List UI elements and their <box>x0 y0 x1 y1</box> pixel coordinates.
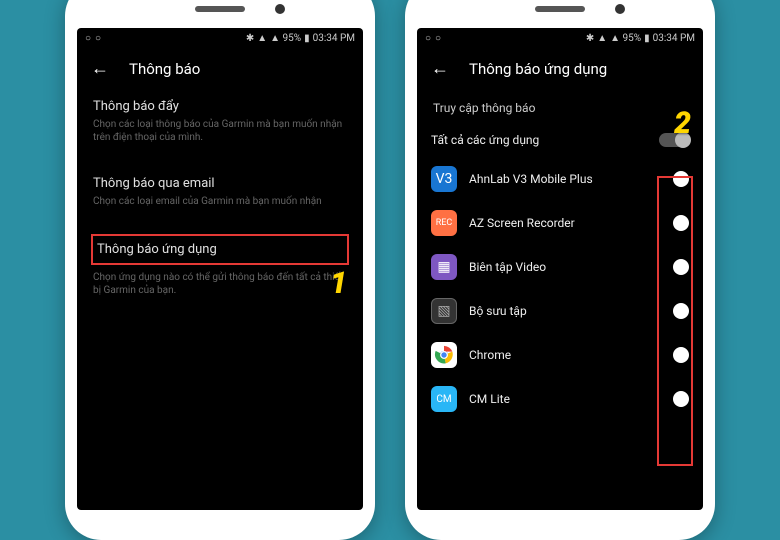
step-badge-1: 1 <box>330 266 347 301</box>
wifi-icon: ▲ <box>597 33 607 44</box>
app-name-label: Bộ sưu tập <box>469 304 661 318</box>
phone-right: ○ ○ ✱ ▲ ▲ 95% ▮ 03:34 PM ← Thông báo ứng… <box>405 0 715 540</box>
section-desc: Chọn ứng dụng nào có thể gửi thông báo đ… <box>93 271 347 297</box>
phone-speaker <box>195 6 245 12</box>
app-name-label: Chrome <box>469 348 661 362</box>
app-name-label: Biên tập Video <box>469 260 661 274</box>
section-title: Thông báo qua email <box>93 176 347 191</box>
bluetooth-icon: ✱ <box>586 33 594 44</box>
app-row[interactable]: REC AZ Screen Recorder <box>417 201 703 245</box>
step-badge-2: 2 <box>674 106 691 141</box>
section-title: Thông báo đẩy <box>93 99 347 114</box>
app-toggle[interactable] <box>673 303 689 319</box>
section-desc: Chọn các loại thông báo của Garmin mà bạ… <box>93 118 347 144</box>
status-right: ✱ ▲ ▲ 95% ▮ 03:34 PM <box>586 33 695 44</box>
status-bar: ○ ○ ✱ ▲ ▲ 95% ▮ 03:34 PM <box>77 28 363 48</box>
gallery-icon: ▧ <box>431 298 457 324</box>
battery-text: ▲ 95% <box>270 33 301 44</box>
app-row[interactable]: Chrome <box>417 333 703 377</box>
wifi-icon: ▲ <box>257 33 267 44</box>
screen-left: ○ ○ ✱ ▲ ▲ 95% ▮ 03:34 PM ← Thông báo Thô… <box>77 28 363 510</box>
app-row[interactable]: CM CM Lite <box>417 377 703 421</box>
page-title: Thông báo <box>129 60 200 78</box>
highlight-app-notifications[interactable]: Thông báo ứng dụng <box>91 234 349 265</box>
phone-left: ○ ○ ✱ ▲ ▲ 95% ▮ 03:34 PM ← Thông báo Thô… <box>65 0 375 540</box>
status-left: ○ ○ <box>85 33 101 44</box>
az-icon: REC <box>431 210 457 236</box>
list-header: Truy cập thông báo <box>417 89 703 123</box>
app-name-label: CM Lite <box>469 392 661 406</box>
status-dot-icon: ○ <box>435 33 441 44</box>
phone-camera <box>275 4 285 14</box>
battery-icon: ▮ <box>644 33 650 44</box>
phone-camera <box>615 4 625 14</box>
status-dot-icon: ○ <box>85 33 91 44</box>
app-toggle[interactable] <box>673 171 689 187</box>
all-apps-row[interactable]: Tất cả các ứng dụng <box>417 123 703 157</box>
back-icon[interactable]: ← <box>431 58 449 79</box>
section-email[interactable]: Thông báo qua email Chọn các loại email … <box>77 166 363 216</box>
status-dot-icon: ○ <box>425 33 431 44</box>
app-toggle[interactable] <box>673 259 689 275</box>
battery-icon: ▮ <box>304 33 310 44</box>
app-row[interactable]: ▧ Bộ sưu tập <box>417 289 703 333</box>
all-apps-label: Tất cả các ứng dụng <box>431 133 647 147</box>
cm-icon: CM <box>431 386 457 412</box>
page-header: ← Thông báo ứng dụng <box>417 48 703 89</box>
status-dot-icon: ○ <box>95 33 101 44</box>
clock-text: 03:34 PM <box>653 33 695 44</box>
section-push[interactable]: Thông báo đẩy Chọn các loại thông báo củ… <box>77 89 363 152</box>
phone-speaker <box>535 6 585 12</box>
video-icon: ▦ <box>431 254 457 280</box>
app-toggle[interactable] <box>673 391 689 407</box>
ahnlab-icon: V3 <box>431 166 457 192</box>
app-row[interactable]: ▦ Biên tập Video <box>417 245 703 289</box>
chrome-icon <box>431 342 457 368</box>
app-list: V3 AhnLab V3 Mobile Plus REC AZ Screen Reco… <box>417 157 703 421</box>
page-header: ← Thông báo <box>77 48 363 89</box>
status-left: ○ ○ <box>425 33 441 44</box>
status-bar: ○ ○ ✱ ▲ ▲ 95% ▮ 03:34 PM <box>417 28 703 48</box>
battery-text: ▲ 95% <box>610 33 641 44</box>
bluetooth-icon: ✱ <box>246 33 254 44</box>
status-right: ✱ ▲ ▲ 95% ▮ 03:34 PM <box>246 33 355 44</box>
screen-right: ○ ○ ✱ ▲ ▲ 95% ▮ 03:34 PM ← Thông báo ứng… <box>417 28 703 510</box>
page-title: Thông báo ứng dụng <box>469 60 607 78</box>
section-desc: Chọn các loại email của Garmin mà bạn mu… <box>93 195 347 208</box>
app-toggle[interactable] <box>673 347 689 363</box>
app-name-label: AZ Screen Recorder <box>469 216 661 230</box>
app-name-label: AhnLab V3 Mobile Plus <box>469 172 661 186</box>
app-toggle[interactable] <box>673 215 689 231</box>
section-title: Thông báo ứng dụng <box>97 242 343 257</box>
app-row[interactable]: V3 AhnLab V3 Mobile Plus <box>417 157 703 201</box>
section-app-desc: Chọn ứng dụng nào có thể gửi thông báo đ… <box>77 271 363 305</box>
clock-text: 03:34 PM <box>313 33 355 44</box>
back-icon[interactable]: ← <box>91 58 109 79</box>
